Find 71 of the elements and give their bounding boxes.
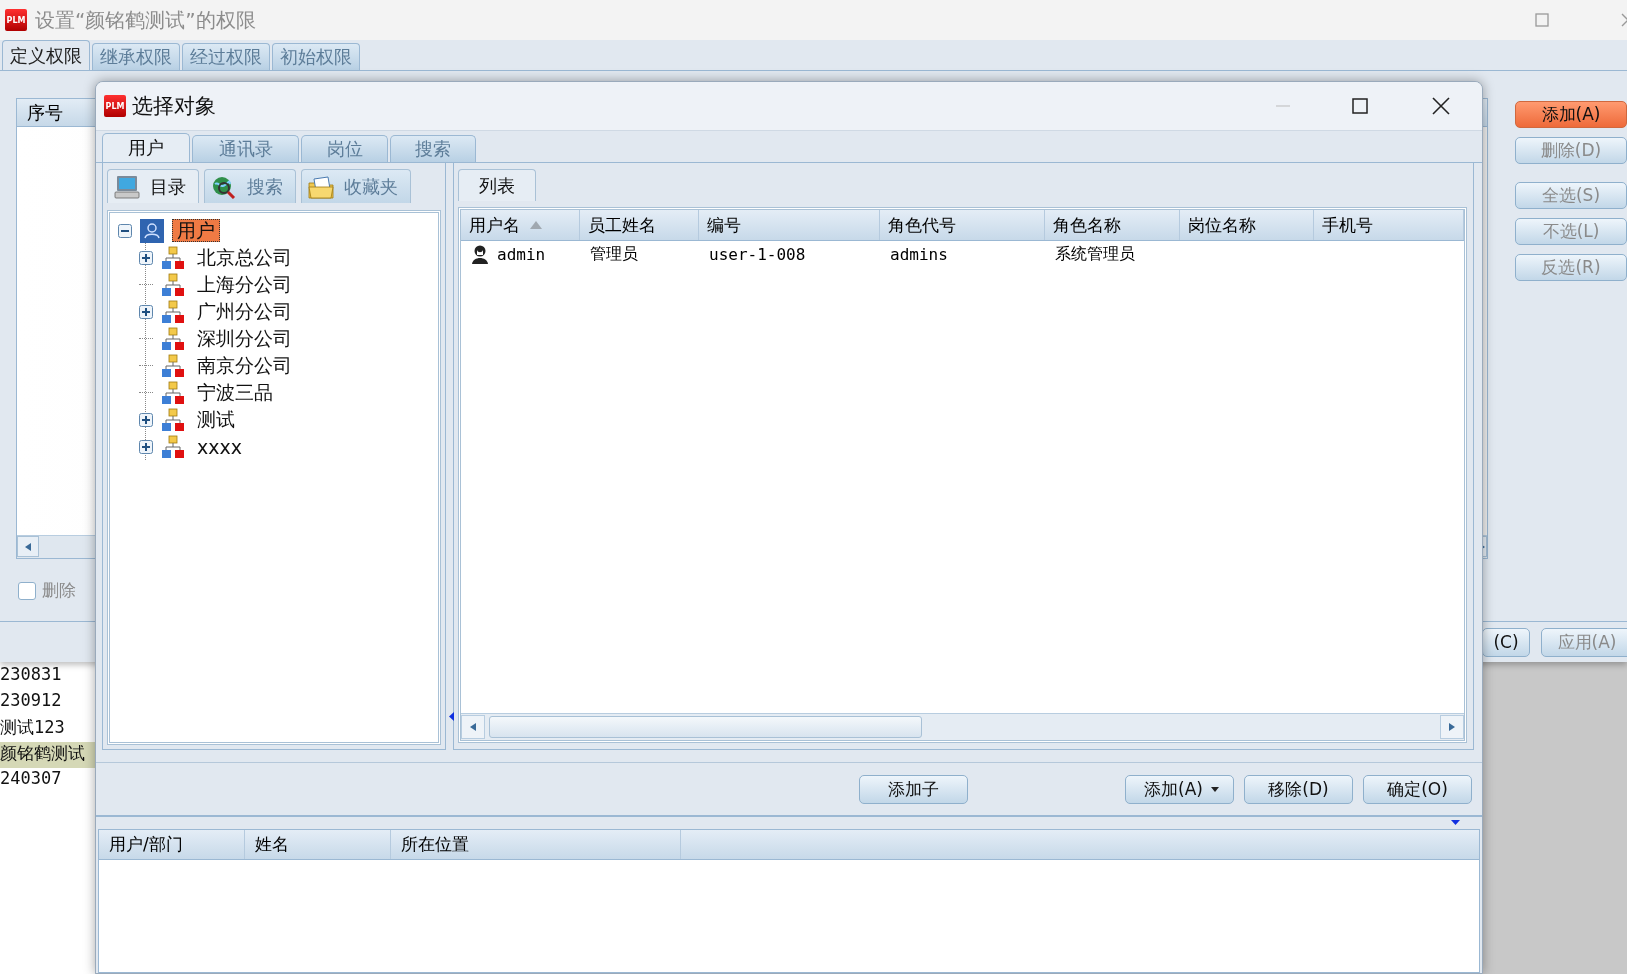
action-button[interactable]: 添加(A) [1515, 101, 1627, 128]
table-cell: 管理员 [590, 243, 638, 265]
column-header[interactable]: 角色名称 [1045, 210, 1180, 240]
column-header[interactable]: 编号 [699, 210, 880, 240]
org-chart-icon [161, 245, 185, 270]
tree-item[interactable]: 南京分公司 [193, 354, 296, 377]
globe-search-icon [211, 174, 237, 199]
tree-item[interactable]: 北京总公司 [193, 246, 296, 269]
users-icon [140, 218, 164, 243]
tree-item[interactable]: 测试 [193, 408, 239, 431]
app-logo: PLM [104, 95, 126, 117]
splitter-handle-icon [1451, 820, 1460, 825]
scroll-left-button[interactable] [461, 715, 485, 739]
footer-button[interactable]: (C) [1482, 627, 1530, 657]
tree-item[interactable]: 深圳分公司 [193, 327, 296, 350]
org-chart-icon [161, 299, 185, 324]
folder-icon [308, 174, 334, 199]
tree-item[interactable]: xxxx [193, 435, 246, 458]
window-title: 设置“颜铭鹤测试”的权限 [35, 6, 256, 34]
scrollbar-thumb[interactable] [489, 716, 922, 738]
list-item[interactable]: 测试123 [0, 716, 95, 742]
org-chart-icon [161, 407, 185, 432]
org-chart-icon [161, 272, 185, 297]
list-item[interactable]: 230912 [0, 690, 95, 716]
tab[interactable]: 定义权限 [2, 40, 90, 70]
table-cell: admin [497, 244, 546, 264]
user-icon [471, 244, 489, 264]
dialog-title: 选择对象 [132, 93, 216, 120]
column-header[interactable]: 手机号 [1314, 210, 1464, 240]
column-header[interactable]: 岗位名称 [1180, 210, 1314, 240]
scroll-right-icon [1449, 723, 1455, 731]
column-header[interactable]: 员工姓名 [580, 210, 699, 240]
tree-item[interactable]: 用户 [172, 219, 220, 242]
table-cell: user-1-008 [709, 244, 806, 264]
scroll-left-icon [25, 542, 31, 551]
column-header[interactable]: 用户/部门 [99, 830, 245, 859]
dialog-button[interactable]: 移除(D) [1244, 774, 1353, 804]
list-item[interactable]: 230831 [0, 664, 95, 690]
list-item[interactable]: 颜铭鹤测试 [0, 742, 95, 768]
app-logo: PLM [5, 9, 27, 31]
table-cell: 系统管理员 [1055, 243, 1135, 265]
close-icon [1432, 97, 1450, 115]
maximize-icon [1352, 98, 1368, 114]
column-header[interactable]: 姓名 [245, 830, 391, 859]
tree-item[interactable]: 宁波三品 [193, 381, 277, 404]
scroll-right-button[interactable] [1440, 715, 1464, 739]
maximize-icon [1535, 13, 1549, 27]
org-chart-icon [161, 434, 185, 459]
checkbox-label: 删除 [42, 579, 76, 602]
tab[interactable]: 列表 [458, 169, 536, 201]
list-item[interactable]: 240307 [0, 768, 95, 794]
tree-item[interactable]: 广州分公司 [193, 300, 296, 323]
column-header[interactable]: 所在位置 [391, 830, 681, 859]
scroll-left-button[interactable] [17, 536, 39, 557]
table-cell: admins [890, 244, 948, 264]
column-header[interactable]: 用户名 [461, 210, 580, 240]
splitter-handle-icon [449, 712, 454, 721]
dialog-button[interactable]: 确定(O) [1363, 774, 1472, 804]
scroll-left-icon [470, 723, 476, 731]
org-chart-icon [161, 326, 185, 351]
column-header[interactable]: 角色代号 [880, 210, 1045, 240]
dialog-button[interactable]: 添加子 [859, 774, 968, 804]
dialog-button[interactable]: 添加(A) [1125, 774, 1234, 804]
tab[interactable]: 用户 [102, 133, 190, 162]
org-chart-icon [161, 353, 185, 378]
caret-icon [1210, 786, 1219, 792]
org-chart-icon [161, 380, 185, 405]
computer-icon [114, 174, 140, 199]
checkbox[interactable] [18, 581, 36, 600]
view-tab[interactable]: 目录 [107, 169, 199, 203]
tree-item[interactable]: 上海分公司 [193, 273, 296, 296]
